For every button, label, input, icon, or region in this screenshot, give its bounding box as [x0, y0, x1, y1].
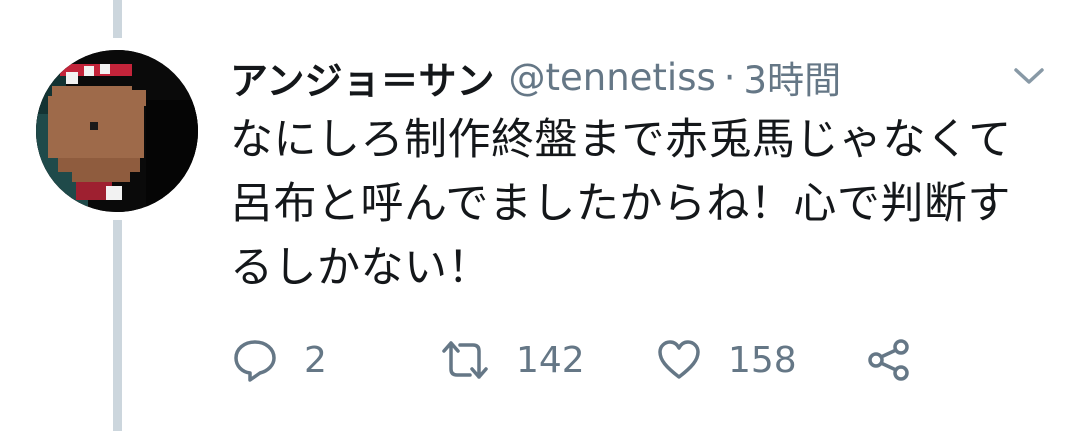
share-icon	[868, 339, 909, 381]
like-button[interactable]: 158	[656, 330, 797, 390]
author-handle[interactable]: @tennetiss	[508, 56, 715, 99]
tweet-text-line-1: なにしろ制作終盤まで赤兎馬じゃなくて	[230, 115, 1012, 165]
reply-count: 2	[304, 339, 327, 381]
heart-icon	[658, 340, 700, 379]
chevron-down-icon[interactable]	[1010, 62, 1048, 90]
retweet-icon	[442, 341, 488, 379]
thread-line-top	[113, 0, 122, 38]
like-count: 158	[728, 339, 797, 381]
avatar-image	[36, 50, 198, 212]
avatar[interactable]	[36, 50, 198, 212]
reply-button[interactable]: 2	[232, 330, 327, 390]
tweet-text-line-2: 呂布と呼んでましたからね！心で判断す	[230, 179, 1011, 229]
tweet-header: アンジョ＝サン @tennetiss · 3時間	[230, 50, 841, 104]
reply-icon	[234, 340, 276, 382]
retweet-count: 142	[516, 339, 585, 381]
author-display-name[interactable]: アンジョ＝サン	[230, 50, 494, 105]
retweet-button[interactable]: 142	[440, 330, 585, 390]
share-button[interactable]	[866, 330, 912, 390]
tweet-text: なにしろ制作終盤まで赤兎馬じゃなくて 呂布と呼んでましたからね！心で判断す るし…	[230, 108, 1050, 300]
tweet-timestamp[interactable]: 3時間	[744, 50, 842, 104]
separator-dot: ·	[723, 55, 736, 99]
tweet-text-line-3: るしかない！	[230, 243, 491, 293]
thread-line-bottom	[113, 220, 122, 431]
